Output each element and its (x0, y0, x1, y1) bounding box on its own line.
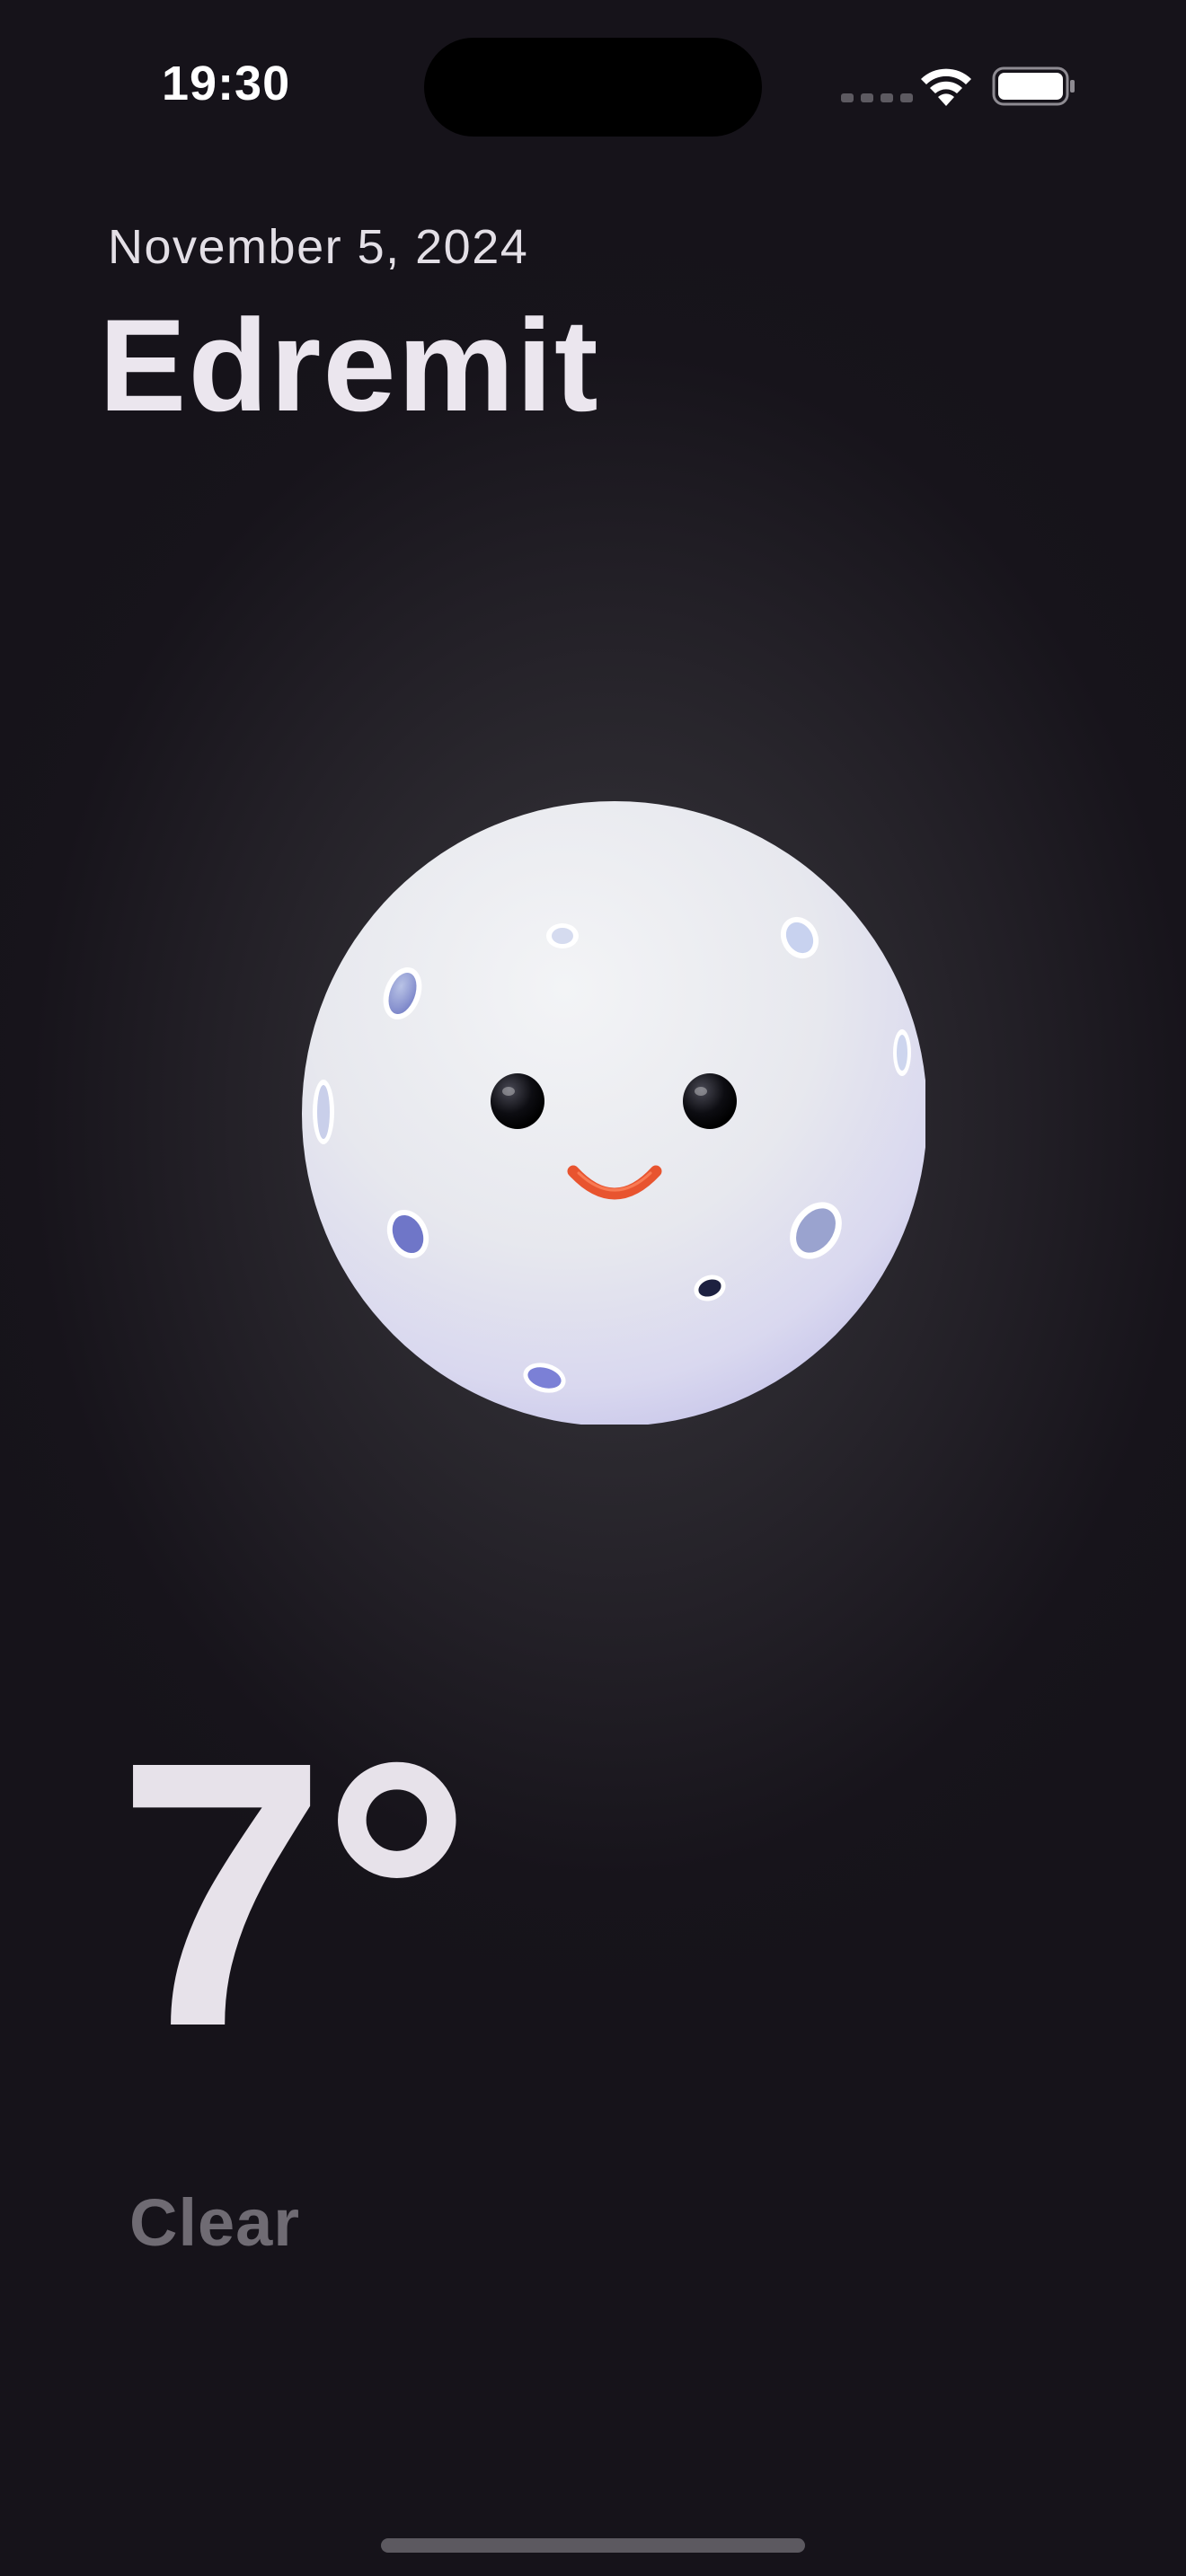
dynamic-island (424, 38, 762, 137)
date-label: November 5, 2024 (108, 220, 529, 274)
city-title: Edremit (99, 292, 600, 438)
signal-icon (841, 93, 913, 102)
home-indicator[interactable] (381, 2538, 805, 2553)
condition-label: Clear (129, 2185, 301, 2260)
moon-face-icon (296, 796, 925, 1425)
battery-icon (992, 66, 1075, 106)
right-eye (683, 1073, 737, 1129)
status-time: 19:30 (162, 57, 291, 110)
left-eye (491, 1073, 544, 1129)
wifi-icon (921, 68, 971, 106)
temperature-value: 7° (117, 1684, 473, 2105)
weather-screen: 19:30 November 5, 2024 Edremit 7° Clear (0, 0, 1186, 2576)
